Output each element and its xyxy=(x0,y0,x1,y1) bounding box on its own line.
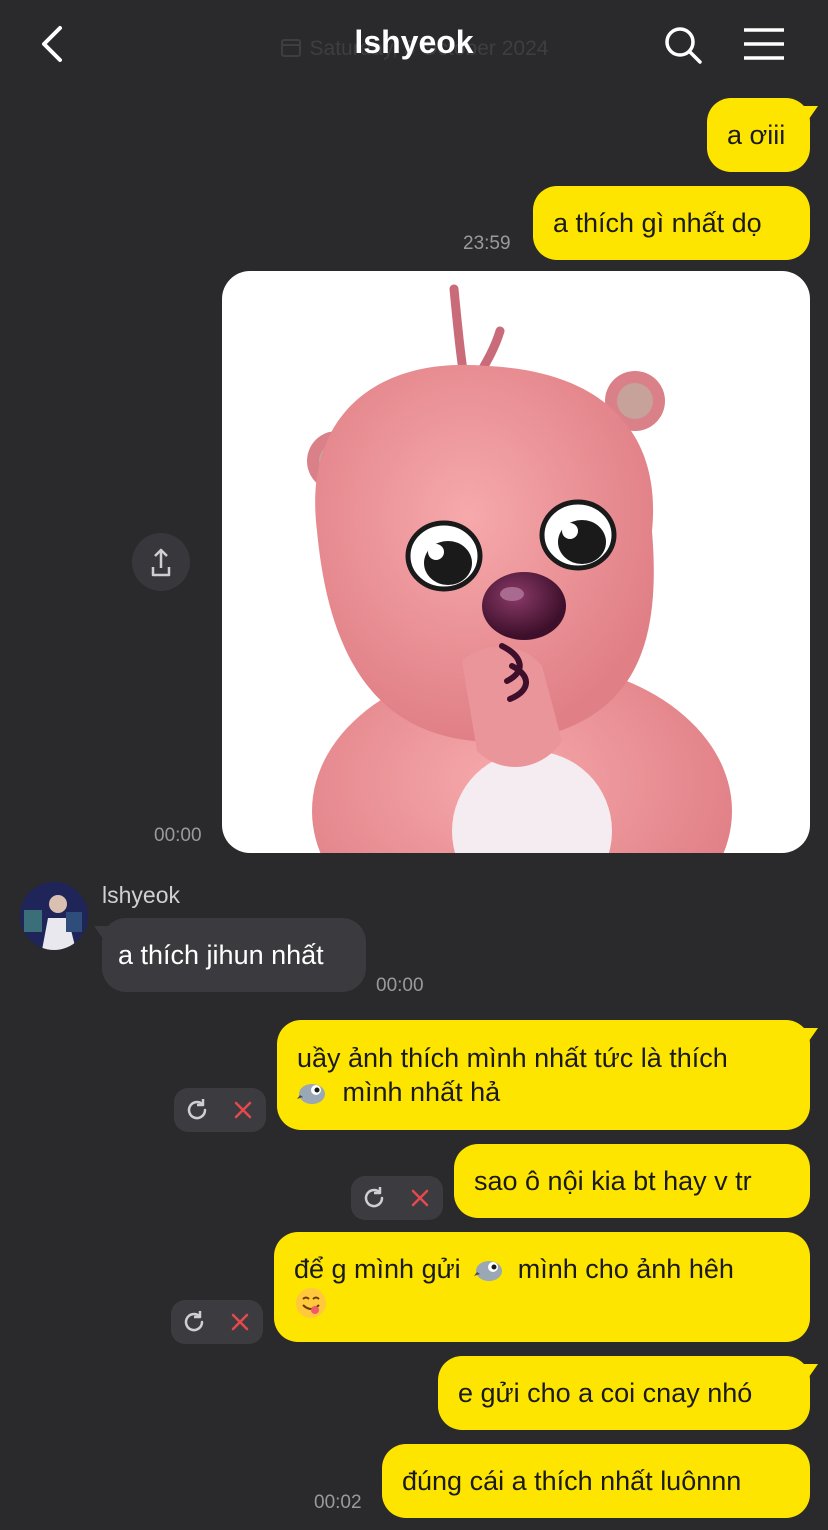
message-time: 00:00 xyxy=(376,975,424,996)
message-bubble[interactable]: a ơiii xyxy=(707,98,810,172)
retry-button[interactable] xyxy=(360,1184,388,1212)
avatar[interactable] xyxy=(20,882,88,950)
search-button[interactable] xyxy=(662,24,704,66)
retry-icon xyxy=(364,1187,384,1208)
cancel-icon xyxy=(231,1313,249,1331)
message-line: uầy ảnh thích mình nhất tức là thích xyxy=(297,1043,728,1073)
pink-beaver-sticker xyxy=(307,284,732,853)
retry-button[interactable] xyxy=(180,1308,208,1336)
message-bubble[interactable]: sao ô nội kia bt hay v tr xyxy=(454,1144,810,1218)
message-time: 00:00 xyxy=(154,825,202,846)
message-time: 23:59 xyxy=(463,233,511,254)
message-line: mình nhất hả xyxy=(297,1075,790,1109)
avatar-image xyxy=(20,882,88,950)
message-line xyxy=(294,1286,790,1322)
failed-message-actions xyxy=(171,1300,263,1344)
failed-message-actions xyxy=(174,1088,266,1132)
cancel-icon xyxy=(234,1101,252,1119)
menu-icon xyxy=(744,28,784,60)
message-bubble[interactable]: a thích jihun nhất xyxy=(102,918,366,992)
bird-emoji-icon xyxy=(297,1084,325,1104)
retry-button[interactable] xyxy=(183,1096,211,1124)
retry-icon xyxy=(184,1311,204,1332)
cancel-button[interactable] xyxy=(226,1308,254,1336)
share-button[interactable] xyxy=(132,533,190,591)
message-bubble[interactable]: đúng cái a thích nhất luônnn xyxy=(382,1444,810,1518)
message-time: 00:02 xyxy=(314,1492,362,1513)
search-icon xyxy=(665,27,702,64)
retry-icon xyxy=(187,1099,207,1120)
sticker-image[interactable] xyxy=(222,271,810,853)
yum-emoji-icon xyxy=(296,1288,326,1318)
bird-emoji-icon xyxy=(474,1261,503,1281)
cancel-button[interactable] xyxy=(406,1184,434,1212)
failed-message-actions xyxy=(351,1176,443,1220)
share-icon xyxy=(151,548,171,577)
sender-name: lshyeok xyxy=(102,882,180,908)
cancel-icon xyxy=(411,1189,429,1207)
message-bubble[interactable]: a thích gì nhất dọ xyxy=(533,186,810,260)
cancel-button[interactable] xyxy=(229,1096,257,1124)
menu-button[interactable] xyxy=(742,26,786,62)
message-bubble[interactable]: e gửi cho a coi cnay nhó xyxy=(438,1356,810,1430)
message-bubble[interactable]: uầy ảnh thích mình nhất tức là thích mìn… xyxy=(277,1020,810,1130)
message-line: để g mình gửi mình cho ảnh hêh xyxy=(294,1254,734,1284)
message-bubble[interactable]: để g mình gửi mình cho ảnh hêh xyxy=(274,1232,810,1342)
